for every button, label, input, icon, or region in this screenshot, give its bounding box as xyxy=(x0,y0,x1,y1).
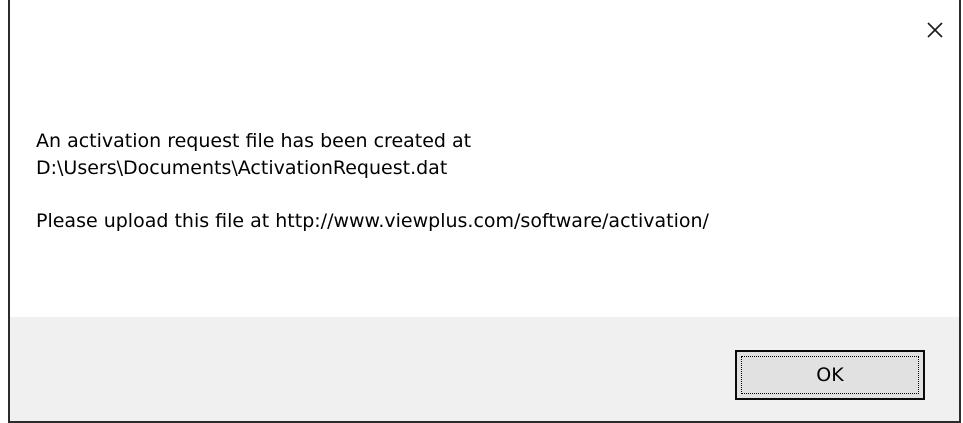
ok-button[interactable]: OK xyxy=(735,350,925,400)
close-icon xyxy=(927,22,943,38)
message-dialog: An activation request file has been crea… xyxy=(8,0,961,423)
message-line-created: An activation request file has been crea… xyxy=(36,130,472,152)
close-button[interactable] xyxy=(919,14,951,46)
dialog-footer: OK xyxy=(10,317,959,421)
message-text: An activation request file has been crea… xyxy=(36,128,939,235)
message-line-file-path: D:\Users\Documents\ActivationRequest.dat xyxy=(36,157,448,179)
ok-button-label: OK xyxy=(816,364,844,386)
message-line-upload-url: Please upload this file at http://www.vi… xyxy=(36,210,709,232)
